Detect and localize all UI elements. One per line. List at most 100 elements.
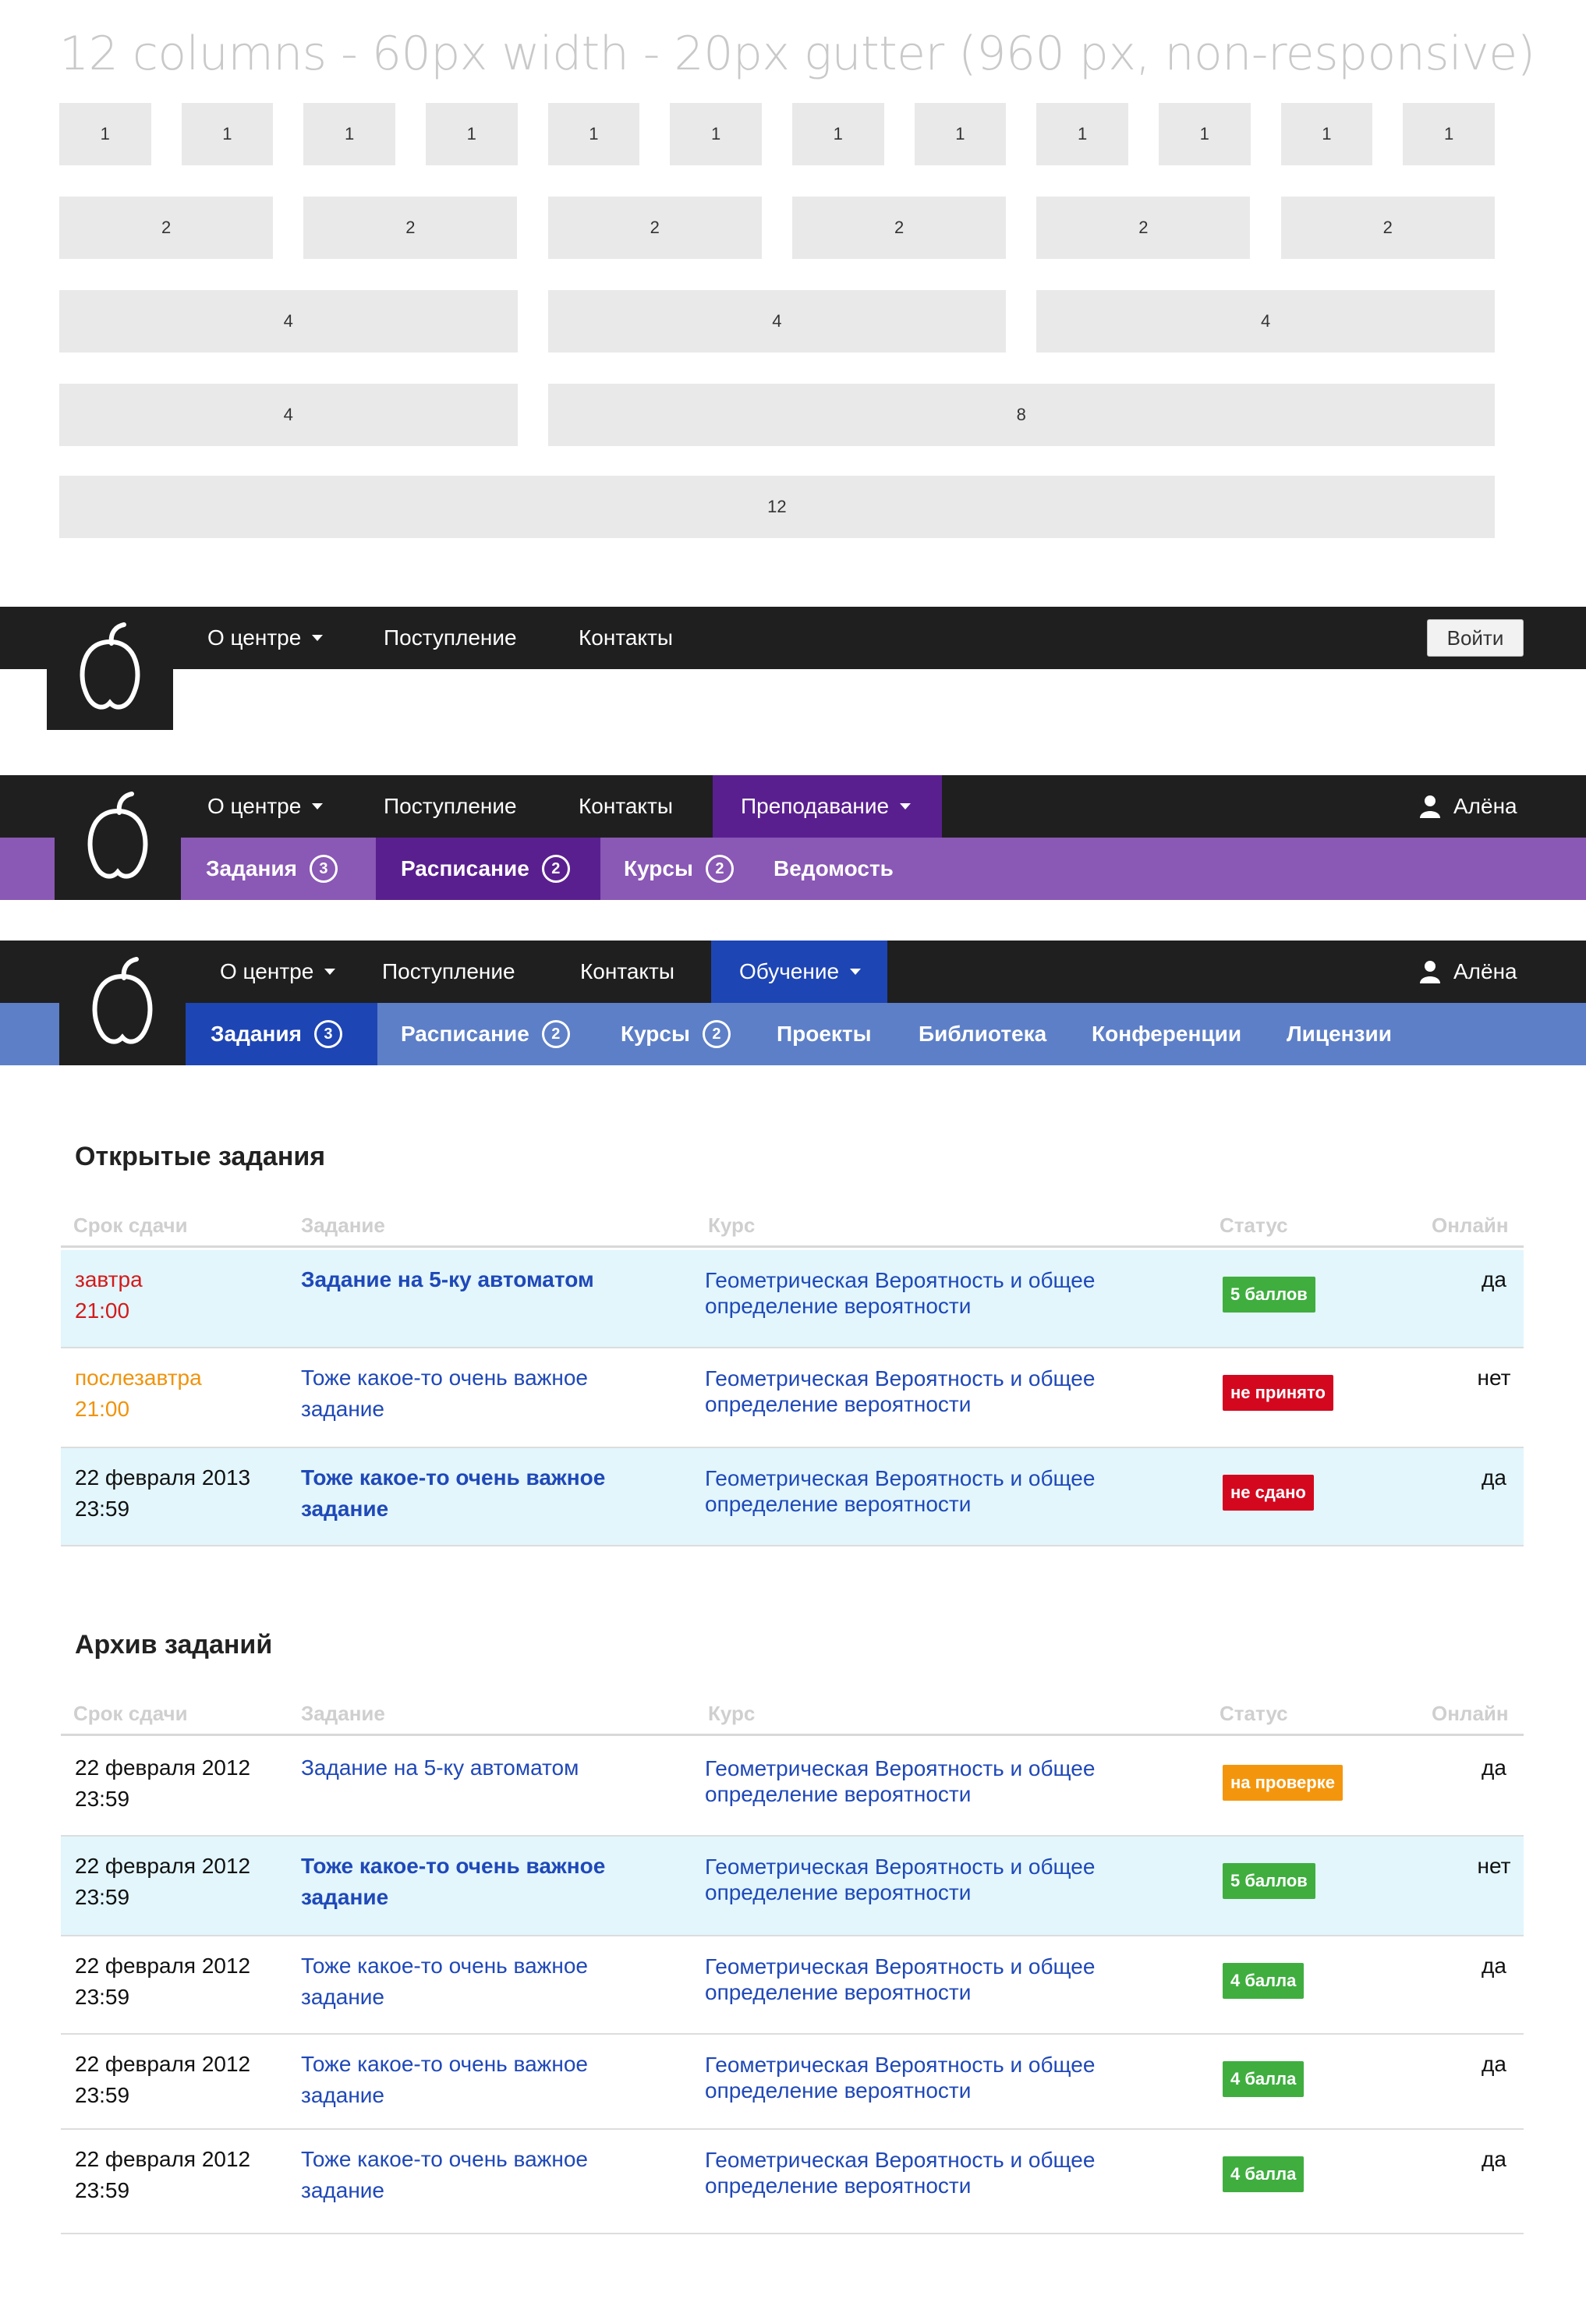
nav-contacts[interactable]: Контакты [552, 941, 703, 1003]
nav-teaching[interactable]: Преподавание [713, 775, 942, 838]
status-cell: 5 баллов [1223, 1863, 1315, 1899]
col-online: Онлайн [1432, 1702, 1509, 1725]
nav-admission[interactable]: Поступление [356, 607, 545, 669]
subnav-conferences-label: Конференции [1092, 1022, 1242, 1046]
subnav-tasks[interactable]: Задания 3 [186, 1003, 377, 1065]
subnav-schedule[interactable]: Расписание 2 [376, 838, 600, 900]
logo-apple-icon[interactable] [55, 775, 181, 900]
subnav-projects[interactable]: Проекты [752, 1003, 897, 1065]
course-link[interactable]: Геометрическая Вероятность и общее опреде… [705, 1954, 1142, 2005]
status-cell: не сдано [1223, 1475, 1314, 1511]
grid-row: 48 [59, 384, 1525, 446]
online-cell: да [1482, 1267, 1506, 1291]
nav-learning-label: Обучение [739, 959, 840, 983]
subnav-conferences[interactable]: Конференции [1067, 1003, 1266, 1065]
task-link[interactable]: Тоже какое-то очень важное задание [301, 2049, 628, 2111]
deadline-time: 23:59 [75, 1985, 130, 2009]
grid-row: 222222 [59, 197, 1525, 259]
login-button[interactable]: Войти [1427, 619, 1524, 657]
course-link[interactable]: Геометрическая Вероятность и общее опреде… [705, 2147, 1142, 2198]
nav-about[interactable]: О центре [179, 775, 351, 838]
subnav-schedule-label: Расписание [401, 856, 529, 880]
task-link[interactable]: Тоже какое-то очень важное задание [301, 1950, 628, 2013]
logo-apple-icon[interactable] [59, 941, 186, 1065]
course-link[interactable]: Геометрическая Вероятность и общее опреде… [705, 1854, 1142, 1905]
grid-cell: 1 [1159, 103, 1251, 165]
status-badge: 4 балла [1223, 1963, 1305, 1999]
course-line-2: определение вероятности [705, 2078, 972, 2103]
subnav-student: Задания 3 Расписание 2 Курсы 2 Проекты Библ… [0, 1003, 1586, 1065]
deadline-cell: завтра 21:00 [75, 1264, 293, 1327]
caret-down-icon [312, 803, 324, 810]
count-badge: 3 [313, 1020, 342, 1048]
deadline-time: 23:59 [75, 2083, 130, 2107]
grid-cell: 1 [914, 103, 1007, 165]
nav-about-label: О центре [207, 794, 302, 818]
course-link[interactable]: Геометрическая Вероятность и общее опреде… [705, 2052, 1142, 2103]
subnav-library-label: Библиотека [919, 1022, 1047, 1046]
course-link[interactable]: Геометрическая Вероятность и общее опреде… [705, 1267, 1142, 1319]
subnav-courses[interactable]: Курсы 2 [596, 1003, 756, 1065]
nav-admission-label: Поступление [384, 625, 517, 650]
online-cell: да [1482, 1465, 1506, 1490]
subnav-tasks-label: Задания [211, 1022, 302, 1046]
status-cell: 5 баллов [1223, 1277, 1315, 1313]
deadline-cell: 22 февраля 2012 23:59 [75, 1950, 293, 2013]
nav-about[interactable]: О центре [192, 941, 363, 1003]
grid-title: 12 columns - 60px width - 20px gutter (9… [59, 27, 1535, 81]
subnav-courses[interactable]: Курсы 2 [599, 838, 759, 900]
status-cell: 4 балла [1223, 1963, 1305, 1999]
subnav-licenses[interactable]: Лицензии [1262, 1003, 1417, 1065]
subnav-courses-label: Курсы [621, 1022, 690, 1046]
nav-contacts[interactable]: Контакты [550, 775, 701, 838]
course-link[interactable]: Геометрическая Вероятность и общее опреде… [705, 1465, 1142, 1517]
archive-header: Срок сдачи Задание Курс Статус Онлайн [61, 1702, 1524, 1736]
grid-cell: 2 [1036, 197, 1251, 259]
task-link[interactable]: Тоже какое-то очень важное задание [301, 1851, 628, 1913]
subnav-tasks[interactable]: Задания 3 [181, 838, 377, 900]
subnav-library[interactable]: Библиотека [894, 1003, 1071, 1065]
course-line-2: определение вероятности [705, 1880, 972, 1904]
task-link[interactable]: Задание на 5-ку автоматом [301, 1752, 628, 1784]
task-link[interactable]: Тоже какое-то очень важное задание [301, 2144, 628, 2206]
online-cell: нет [1477, 1366, 1511, 1390]
grid-cell: 1 [670, 103, 762, 165]
status-cell: 4 балла [1223, 2061, 1305, 2097]
course-link[interactable]: Геометрическая Вероятность и общее опреде… [705, 1755, 1142, 1807]
subnav-schedule[interactable]: Расписание 2 [376, 1003, 595, 1065]
course-line-2: определение вероятности [705, 1294, 972, 1318]
caret-down-icon [850, 969, 862, 975]
grid-cell: 1 [1280, 103, 1373, 165]
grid-cell: 4 [59, 290, 518, 352]
grid-cell: 4 [1036, 290, 1495, 352]
table-row: 22 февраля 2013 23:59 Тоже какое-то очень … [61, 1448, 1524, 1546]
subnav-gradebook[interactable]: Ведомость [749, 838, 919, 900]
task-link[interactable]: Задание на 5-ку автоматом [301, 1264, 628, 1295]
nav-about-label: О центре [207, 625, 302, 650]
nav-admission[interactable]: Поступление [356, 775, 545, 838]
grid-cell: 4 [59, 384, 518, 446]
subnav-schedule-label: Расписание [401, 1022, 529, 1046]
task-link[interactable]: Тоже какое-то очень важное задание [301, 1362, 628, 1425]
nav-admission[interactable]: Поступление [354, 941, 543, 1003]
nav-learning[interactable]: Обучение [711, 941, 887, 1003]
user-menu[interactable]: Алёна [1419, 941, 1517, 1003]
online-cell: да [1482, 1755, 1506, 1780]
course-line-2: определение вероятности [705, 1782, 972, 1806]
col-task: Задание [301, 1213, 385, 1237]
course-link[interactable]: Геометрическая Вероятность и общее опреде… [705, 1366, 1142, 1417]
user-menu[interactable]: Алёна [1419, 775, 1517, 838]
task-link[interactable]: Тоже какое-то очень важное задание [301, 1462, 628, 1525]
nav-about[interactable]: О центре [179, 607, 351, 669]
nav-admission-label: Поступление [384, 794, 517, 818]
logo-apple-icon[interactable] [47, 607, 173, 730]
deadline-cell: 22 февраля 2012 23:59 [75, 1752, 293, 1815]
col-deadline: Срок сдачи [73, 1213, 188, 1237]
grid-cell: 8 [547, 384, 1495, 446]
count-badge: 3 [309, 855, 338, 883]
grid-cell: 4 [547, 290, 1007, 352]
nav-contacts[interactable]: Контакты [550, 607, 701, 669]
navbar-public: О центре Поступление Контакты Войти [0, 607, 1586, 669]
col-online: Онлайн [1432, 1213, 1509, 1237]
table-row: 22 февраля 2012 23:59 Задание на 5-ку авто… [61, 1738, 1524, 1837]
